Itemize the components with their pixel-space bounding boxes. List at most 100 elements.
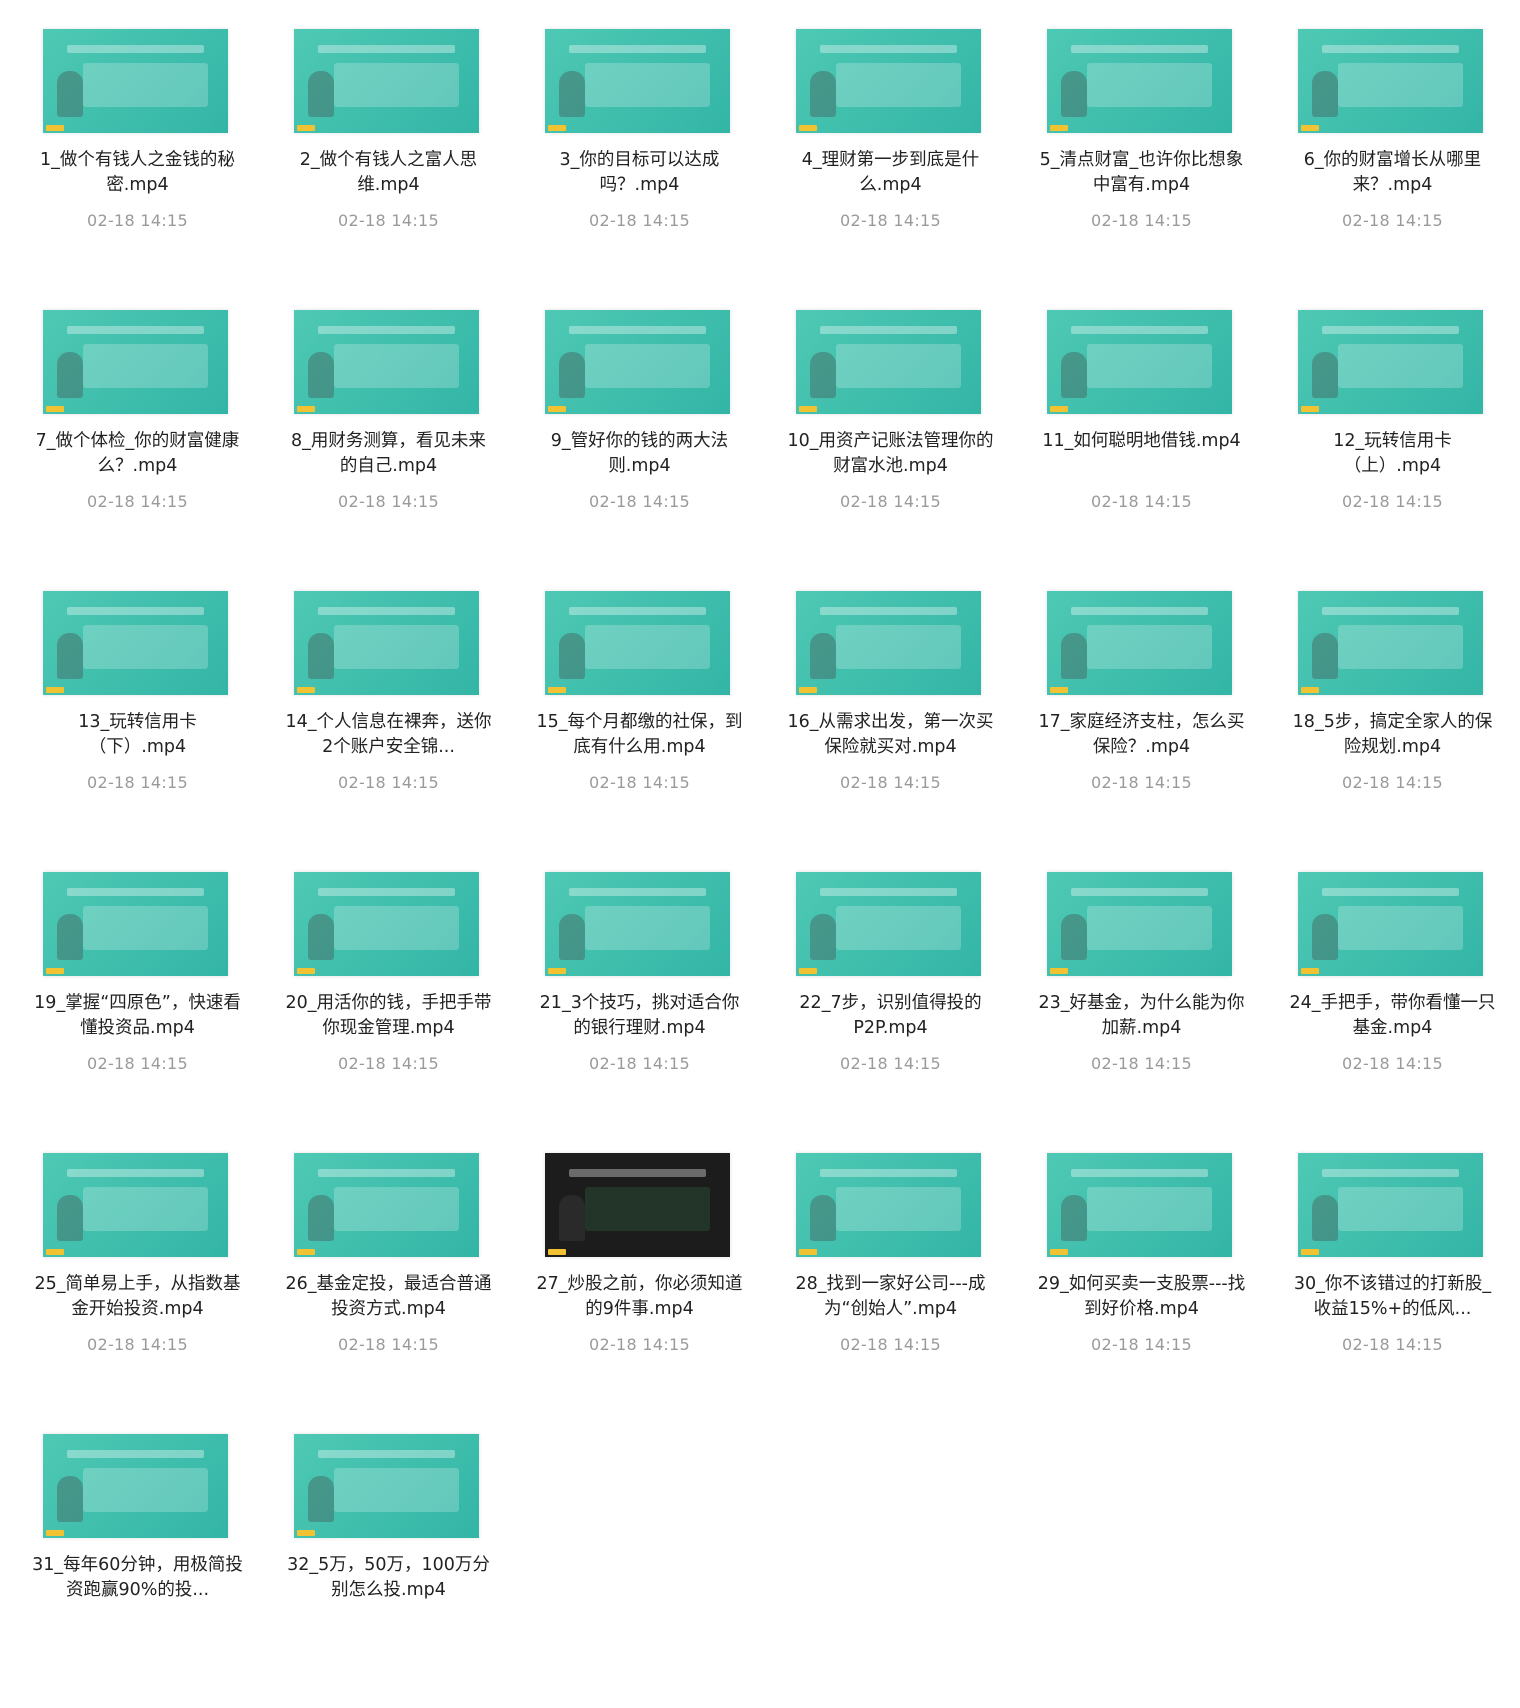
file-name[interactable]: 28_找到一家好公司---成为“创始人”.mp4 (785, 1272, 996, 1322)
video-file-tile[interactable]: 13_玩转信用卡 （下）.mp4 02-18 14:15 (22, 584, 273, 865)
video-thumbnail[interactable] (1047, 1153, 1232, 1257)
video-thumbnail[interactable] (1047, 310, 1232, 414)
file-name[interactable]: 8_用财务测算，看见未来的自己.mp4 (283, 429, 494, 479)
video-thumbnail[interactable] (796, 310, 981, 414)
video-thumbnail[interactable] (294, 1153, 479, 1257)
video-file-tile[interactable]: 24_手把手，带你看懂一只基金.mp4 02-18 14:15 (1277, 865, 1520, 1146)
file-name[interactable]: 19_掌握“四原色”，快速看懂投资品.mp4 (32, 991, 243, 1041)
video-file-tile[interactable]: 10_用资产记账法管理你的财富水池.mp4 02-18 14:15 (775, 303, 1026, 584)
file-name[interactable]: 24_手把手，带你看懂一只基金.mp4 (1287, 991, 1498, 1041)
file-name[interactable]: 10_用资产记账法管理你的财富水池.mp4 (785, 429, 996, 479)
file-name[interactable]: 26_基金定投，最适合普通投资方式.mp4 (283, 1272, 494, 1322)
video-thumbnail[interactable] (545, 591, 730, 695)
file-name[interactable]: 17_家庭经济支柱，怎么买保险？.mp4 (1036, 710, 1247, 760)
video-thumbnail[interactable] (294, 1434, 479, 1538)
video-file-tile[interactable]: 4_理财第一步到底是什么.mp4 02-18 14:15 (775, 22, 1026, 303)
video-file-tile[interactable]: 5_清点财富_也许你比想象中富有.mp4 02-18 14:15 (1026, 22, 1277, 303)
file-name[interactable]: 1_做个有钱人之金钱的秘密.mp4 (32, 148, 243, 198)
video-file-tile[interactable]: 18_5步，搞定全家人的保险规划.mp4 02-18 14:15 (1277, 584, 1520, 865)
file-name[interactable]: 7_做个体检_你的财富健康么？.mp4 (32, 429, 243, 479)
video-thumbnail[interactable] (43, 591, 228, 695)
video-thumbnail[interactable] (294, 310, 479, 414)
video-file-tile[interactable]: 29_如何买卖一支股票---找到好价格.mp4 02-18 14:15 (1026, 1146, 1277, 1427)
file-name[interactable]: 20_用活你的钱，手把手带你现金管理.mp4 (283, 991, 494, 1041)
file-name[interactable]: 31_每年60分钟，用极简投资跑赢90%的投... (32, 1553, 243, 1603)
video-file-tile[interactable]: 32_5万，50万，100万分别怎么投.mp4 (273, 1427, 524, 1708)
video-file-tile[interactable]: 6_你的财富增长从哪里来？.mp4 02-18 14:15 (1277, 22, 1520, 303)
file-modified-date: 02-18 14:15 (87, 773, 188, 792)
video-file-tile[interactable]: 14_个人信息在裸奔，送你2个账户安全锦... 02-18 14:15 (273, 584, 524, 865)
file-name[interactable]: 25_简单易上手，从指数基金开始投资.mp4 (32, 1272, 243, 1322)
video-file-tile[interactable]: 31_每年60分钟，用极简投资跑赢90%的投... (22, 1427, 273, 1708)
file-modified-date: 02-18 14:15 (1091, 211, 1192, 230)
video-file-tile[interactable]: 16_从需求出发，第一次买保险就买对.mp4 02-18 14:15 (775, 584, 1026, 865)
video-file-tile[interactable]: 21_3个技巧，挑对适合你的银行理财.mp4 02-18 14:15 (524, 865, 775, 1146)
video-thumbnail[interactable] (1298, 591, 1483, 695)
video-thumbnail[interactable] (1047, 591, 1232, 695)
file-name[interactable]: 12_玩转信用卡（上）.mp4 (1287, 429, 1498, 479)
video-file-tile[interactable]: 8_用财务测算，看见未来的自己.mp4 02-18 14:15 (273, 303, 524, 584)
video-thumbnail[interactable] (796, 872, 981, 976)
video-thumbnail[interactable] (796, 1153, 981, 1257)
video-thumbnail[interactable] (43, 1434, 228, 1538)
video-file-tile[interactable]: 3_你的目标可以达成吗？.mp4 02-18 14:15 (524, 22, 775, 303)
video-file-tile[interactable]: 26_基金定投，最适合普通投资方式.mp4 02-18 14:15 (273, 1146, 524, 1427)
file-name[interactable]: 5_清点财富_也许你比想象中富有.mp4 (1036, 148, 1247, 198)
file-name[interactable]: 15_每个月都缴的社保，到底有什么用.mp4 (534, 710, 745, 760)
video-file-tile[interactable]: 28_找到一家好公司---成为“创始人”.mp4 02-18 14:15 (775, 1146, 1026, 1427)
file-name[interactable]: 27_炒股之前，你必须知道的9件事.mp4 (534, 1272, 745, 1322)
file-name[interactable]: 14_个人信息在裸奔，送你2个账户安全锦... (283, 710, 494, 760)
video-file-tile[interactable]: 20_用活你的钱，手把手带你现金管理.mp4 02-18 14:15 (273, 865, 524, 1146)
video-file-tile[interactable]: 15_每个月都缴的社保，到底有什么用.mp4 02-18 14:15 (524, 584, 775, 865)
video-file-tile[interactable]: 1_做个有钱人之金钱的秘密.mp4 02-18 14:15 (22, 22, 273, 303)
video-thumbnail[interactable] (43, 1153, 228, 1257)
video-thumbnail[interactable] (1047, 872, 1232, 976)
file-name[interactable]: 11_如何聪明地借钱.mp4 (1036, 429, 1247, 454)
video-thumbnail[interactable] (1298, 1153, 1483, 1257)
video-thumbnail[interactable] (294, 591, 479, 695)
video-file-tile[interactable]: 19_掌握“四原色”，快速看懂投资品.mp4 02-18 14:15 (22, 865, 273, 1146)
video-file-tile[interactable]: 2_做个有钱人之富人思维.mp4 02-18 14:15 (273, 22, 524, 303)
video-file-tile[interactable]: 7_做个体检_你的财富健康么？.mp4 02-18 14:15 (22, 303, 273, 584)
video-file-tile[interactable]: 23_好基金，为什么能为你加薪.mp4 02-18 14:15 (1026, 865, 1277, 1146)
video-file-tile[interactable]: 22_7步，识别值得投的P2P.mp4 02-18 14:15 (775, 865, 1026, 1146)
video-thumbnail[interactable] (1298, 29, 1483, 133)
video-file-tile[interactable]: 17_家庭经济支柱，怎么买保险？.mp4 02-18 14:15 (1026, 584, 1277, 865)
file-name[interactable]: 32_5万，50万，100万分别怎么投.mp4 (283, 1553, 494, 1603)
file-name[interactable]: 30_你不该错过的打新股_收益15%+的低风... (1287, 1272, 1498, 1322)
video-thumbnail[interactable] (1298, 310, 1483, 414)
video-thumbnail[interactable] (545, 310, 730, 414)
video-file-tile[interactable]: 9_管好你的钱的两大法则.mp4 02-18 14:15 (524, 303, 775, 584)
video-thumbnail[interactable] (43, 872, 228, 976)
video-file-tile[interactable]: 27_炒股之前，你必须知道的9件事.mp4 02-18 14:15 (524, 1146, 775, 1427)
video-thumbnail[interactable] (294, 872, 479, 976)
video-thumbnail[interactable] (545, 872, 730, 976)
file-name[interactable]: 22_7步，识别值得投的P2P.mp4 (785, 991, 996, 1041)
file-modified-date: 02-18 14:15 (589, 492, 690, 511)
video-thumbnail[interactable] (43, 310, 228, 414)
file-name[interactable]: 6_你的财富增长从哪里来？.mp4 (1287, 148, 1498, 198)
file-name[interactable]: 13_玩转信用卡 （下）.mp4 (32, 710, 243, 760)
file-name[interactable]: 29_如何买卖一支股票---找到好价格.mp4 (1036, 1272, 1247, 1322)
file-name[interactable]: 9_管好你的钱的两大法则.mp4 (534, 429, 745, 479)
video-file-tile[interactable]: 11_如何聪明地借钱.mp4 02-18 14:15 (1026, 303, 1277, 584)
video-file-tile[interactable]: 30_你不该错过的打新股_收益15%+的低风... 02-18 14:15 (1277, 1146, 1520, 1427)
file-name[interactable]: 18_5步，搞定全家人的保险规划.mp4 (1287, 710, 1498, 760)
video-thumbnail[interactable] (796, 29, 981, 133)
video-thumbnail[interactable] (1047, 29, 1232, 133)
video-file-tile[interactable]: 25_简单易上手，从指数基金开始投资.mp4 02-18 14:15 (22, 1146, 273, 1427)
video-thumbnail[interactable] (545, 29, 730, 133)
file-name[interactable]: 4_理财第一步到底是什么.mp4 (785, 148, 996, 198)
file-name[interactable]: 21_3个技巧，挑对适合你的银行理财.mp4 (534, 991, 745, 1041)
file-name[interactable]: 3_你的目标可以达成吗？.mp4 (534, 148, 745, 198)
video-thumbnail[interactable] (545, 1153, 730, 1257)
file-name[interactable]: 23_好基金，为什么能为你加薪.mp4 (1036, 991, 1247, 1041)
file-name[interactable]: 2_做个有钱人之富人思维.mp4 (283, 148, 494, 198)
video-file-tile[interactable]: 12_玩转信用卡（上）.mp4 02-18 14:15 (1277, 303, 1520, 584)
video-thumbnail[interactable] (1298, 872, 1483, 976)
video-thumbnail[interactable] (43, 29, 228, 133)
video-thumbnail[interactable] (796, 591, 981, 695)
video-thumbnail[interactable] (294, 29, 479, 133)
file-modified-date: 02-18 14:15 (1342, 492, 1443, 511)
file-name[interactable]: 16_从需求出发，第一次买保险就买对.mp4 (785, 710, 996, 760)
